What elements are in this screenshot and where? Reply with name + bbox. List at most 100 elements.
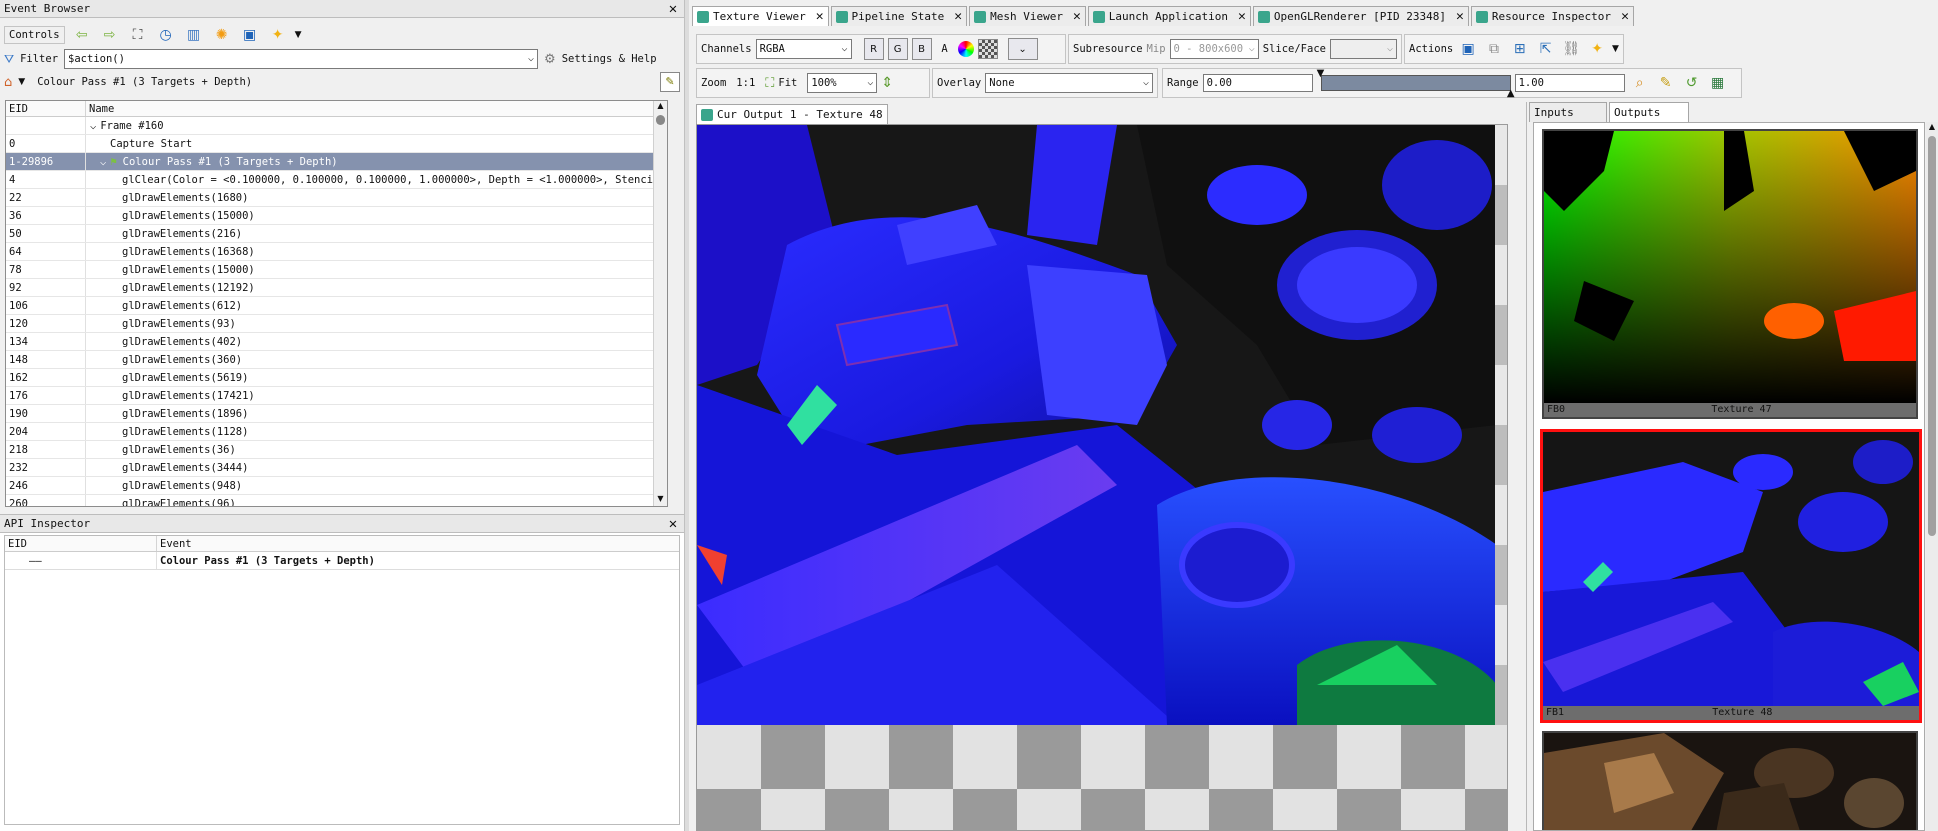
table-row[interactable]: 260 glDrawElements(96) (6, 495, 667, 506)
table-row[interactable]: 92 glDrawElements(12192) (6, 279, 667, 297)
fit-button[interactable]: Fit (778, 77, 797, 89)
close-icon[interactable]: ✕ (816, 9, 824, 24)
table-row[interactable]: 78 glDrawElements(15000) (6, 261, 667, 279)
tab-launch-application[interactable]: Launch Application ✕ (1087, 6, 1251, 26)
table-row[interactable]: 4 glClear(Color = <0.100000, 0.100000, 0.… (6, 171, 667, 189)
thumbnail-fb1[interactable]: FB1 Texture 48 (1540, 429, 1922, 723)
chevron-down-icon[interactable]: ▼ (295, 30, 302, 40)
range-max-input[interactable]: 1.00 (1514, 74, 1625, 92)
tab-inputs[interactable]: Inputs (1529, 102, 1607, 122)
bookmark-icon[interactable]: ▥ (183, 25, 205, 45)
tab-outputs[interactable]: Outputs (1609, 102, 1689, 122)
find-binoculars-icon[interactable]: ⛶ (127, 25, 149, 45)
chevron-down-icon[interactable]: ⌵ (1387, 43, 1393, 54)
range-min-input[interactable]: 0.00 (1202, 74, 1313, 92)
scroll-up-icon[interactable]: ▲ (1926, 122, 1938, 134)
close-icon[interactable]: ✕ (666, 515, 680, 533)
scroll-thumb[interactable] (656, 115, 665, 125)
texture-viewport[interactable] (696, 124, 1508, 831)
save-icon[interactable]: ▣ (239, 25, 261, 45)
checkerboard-icon[interactable] (977, 39, 998, 59)
chevron-down-icon[interactable]: ⌵ (528, 53, 534, 64)
chevron-down-icon[interactable]: ⌵ (1249, 43, 1255, 54)
link-icon[interactable]: ⛓ (1560, 39, 1582, 59)
back-arrow-icon[interactable]: ⇦ (71, 25, 93, 45)
tab-pipeline-state[interactable]: Pipeline State ✕ (830, 6, 968, 26)
close-icon[interactable]: ✕ (666, 0, 680, 18)
tools-icon[interactable]: ✦ (1586, 39, 1608, 59)
tools-icon[interactable]: ✦ (267, 25, 289, 45)
zoom-range-icon[interactable]: ⌕ (1629, 73, 1651, 93)
table-row[interactable]: 190 glDrawElements(1896) (6, 405, 667, 423)
scroll-up-icon[interactable]: ▲ (654, 101, 667, 113)
reset-range-icon[interactable]: ↺ (1681, 73, 1703, 93)
timeline-clock-icon[interactable]: ◷ (155, 25, 177, 45)
expand-chevron-icon[interactable]: ⌵ (90, 120, 96, 132)
api-inspector-row[interactable]: —— Colour Pass #1 (3 Targets + Depth) (5, 552, 679, 570)
tab-resource-inspector[interactable]: Resource Inspector ✕ (1470, 6, 1634, 26)
close-icon[interactable]: ✕ (954, 9, 962, 24)
save-texture-icon[interactable]: ▣ (1457, 39, 1479, 59)
table-row[interactable]: 64 glDrawElements(16368) (6, 243, 667, 261)
viewport-scrollbar[interactable] (1495, 125, 1507, 725)
thumbnail-fb2[interactable] (1542, 731, 1918, 830)
forward-arrow-icon[interactable]: ⇨ (99, 25, 121, 45)
zoom-select[interactable]: 100% ⌵ (807, 73, 878, 93)
slice-select[interactable]: ⌵ (1329, 39, 1397, 59)
table-row[interactable]: 134 glDrawElements(402) (6, 333, 667, 351)
side-panel-scrollbar[interactable]: ▲ (1926, 122, 1938, 831)
goto-icon[interactable]: ⇱ (1535, 39, 1557, 59)
open-icon[interactable]: ⊞ (1509, 39, 1531, 59)
event-tree-scrollbar[interactable]: ▲ ▼ (653, 101, 667, 506)
table-row[interactable]: 162 glDrawElements(5619) (6, 369, 667, 387)
channel-g-toggle[interactable]: G (887, 38, 908, 60)
column-eid[interactable]: EID (6, 101, 86, 116)
scroll-down-icon[interactable]: ▼ (654, 494, 667, 506)
range-min-handle[interactable]: ▼ (1317, 68, 1325, 79)
close-icon[interactable]: ✕ (1456, 9, 1464, 24)
table-row[interactable]: 120 glDrawElements(93) (6, 315, 667, 333)
tab-texture-viewer[interactable]: Texture Viewer ✕ (692, 6, 829, 26)
overlay-select[interactable]: None ⌵ (985, 73, 1153, 93)
zoom-1-1-button[interactable]: 1:1 (736, 77, 755, 89)
histogram-icon[interactable]: ▦ (1707, 73, 1729, 93)
settings-help-button[interactable]: Settings & Help (562, 53, 657, 65)
chevron-down-icon[interactable]: ⌵ (842, 43, 848, 54)
table-row[interactable]: 0 Capture Start (6, 135, 667, 153)
channel-r-toggle[interactable]: R (863, 38, 884, 60)
tab-mesh-viewer[interactable]: Mesh Viewer ✕ (969, 6, 1086, 26)
channel-a-toggle[interactable]: A (936, 43, 954, 55)
scroll-thumb[interactable] (1928, 136, 1936, 536)
table-row[interactable]: 106 glDrawElements(612) (6, 297, 667, 315)
channel-dropdown-button[interactable]: ⌄ (1007, 38, 1038, 60)
breadcrumb-current[interactable]: Colour Pass #1 (3 Targets + Depth) (37, 76, 252, 88)
auto-fit-wand-icon[interactable]: ✎ (1655, 73, 1677, 93)
chevron-down-icon[interactable]: ⌵ (867, 77, 873, 88)
column-name[interactable]: Name (86, 101, 667, 116)
close-icon[interactable]: ✕ (1238, 9, 1246, 24)
tab-cur-output[interactable]: Cur Output 1 - Texture 48 (696, 104, 888, 124)
table-row[interactable]: ⌵ Frame #160 (6, 117, 667, 135)
fit-icon[interactable]: ⛶ (765, 76, 774, 91)
table-row[interactable]: 1-29896 ⌵ ⚑ Colour Pass #1 (3 Targets + Dep… (6, 153, 667, 171)
table-row[interactable]: 50 glDrawElements(216) (6, 225, 667, 243)
table-row[interactable]: 204 glDrawElements(1128) (6, 423, 667, 441)
settings-gear-icon[interactable]: ⚙ (544, 52, 556, 67)
table-row[interactable]: 232 glDrawElements(3444) (6, 459, 667, 477)
home-icon[interactable]: ⌂ (4, 75, 12, 90)
table-row[interactable]: 246 glDrawElements(948) (6, 477, 667, 495)
range-slider[interactable]: ▼ ▲ (1317, 68, 1515, 99)
thumbnail-fb0[interactable]: FB0 Texture 47 (1542, 129, 1918, 419)
splitter[interactable] (684, 0, 689, 831)
edit-icon[interactable]: ✎ (660, 72, 680, 92)
column-eid[interactable]: EID (5, 536, 157, 551)
channel-b-toggle[interactable]: B (911, 38, 932, 60)
gear-orange-icon[interactable]: ✺ (211, 25, 233, 45)
color-wheel-icon[interactable] (957, 41, 974, 57)
close-icon[interactable]: ✕ (1073, 9, 1081, 24)
table-row[interactable]: 218 glDrawElements(36) (6, 441, 667, 459)
range-max-handle[interactable]: ▲ (1507, 88, 1515, 99)
column-event[interactable]: Event (157, 536, 679, 551)
mip-select[interactable]: 0 - 800x600 ⌵ (1169, 39, 1259, 59)
flip-arrows-icon[interactable]: ⇕ (881, 75, 893, 91)
